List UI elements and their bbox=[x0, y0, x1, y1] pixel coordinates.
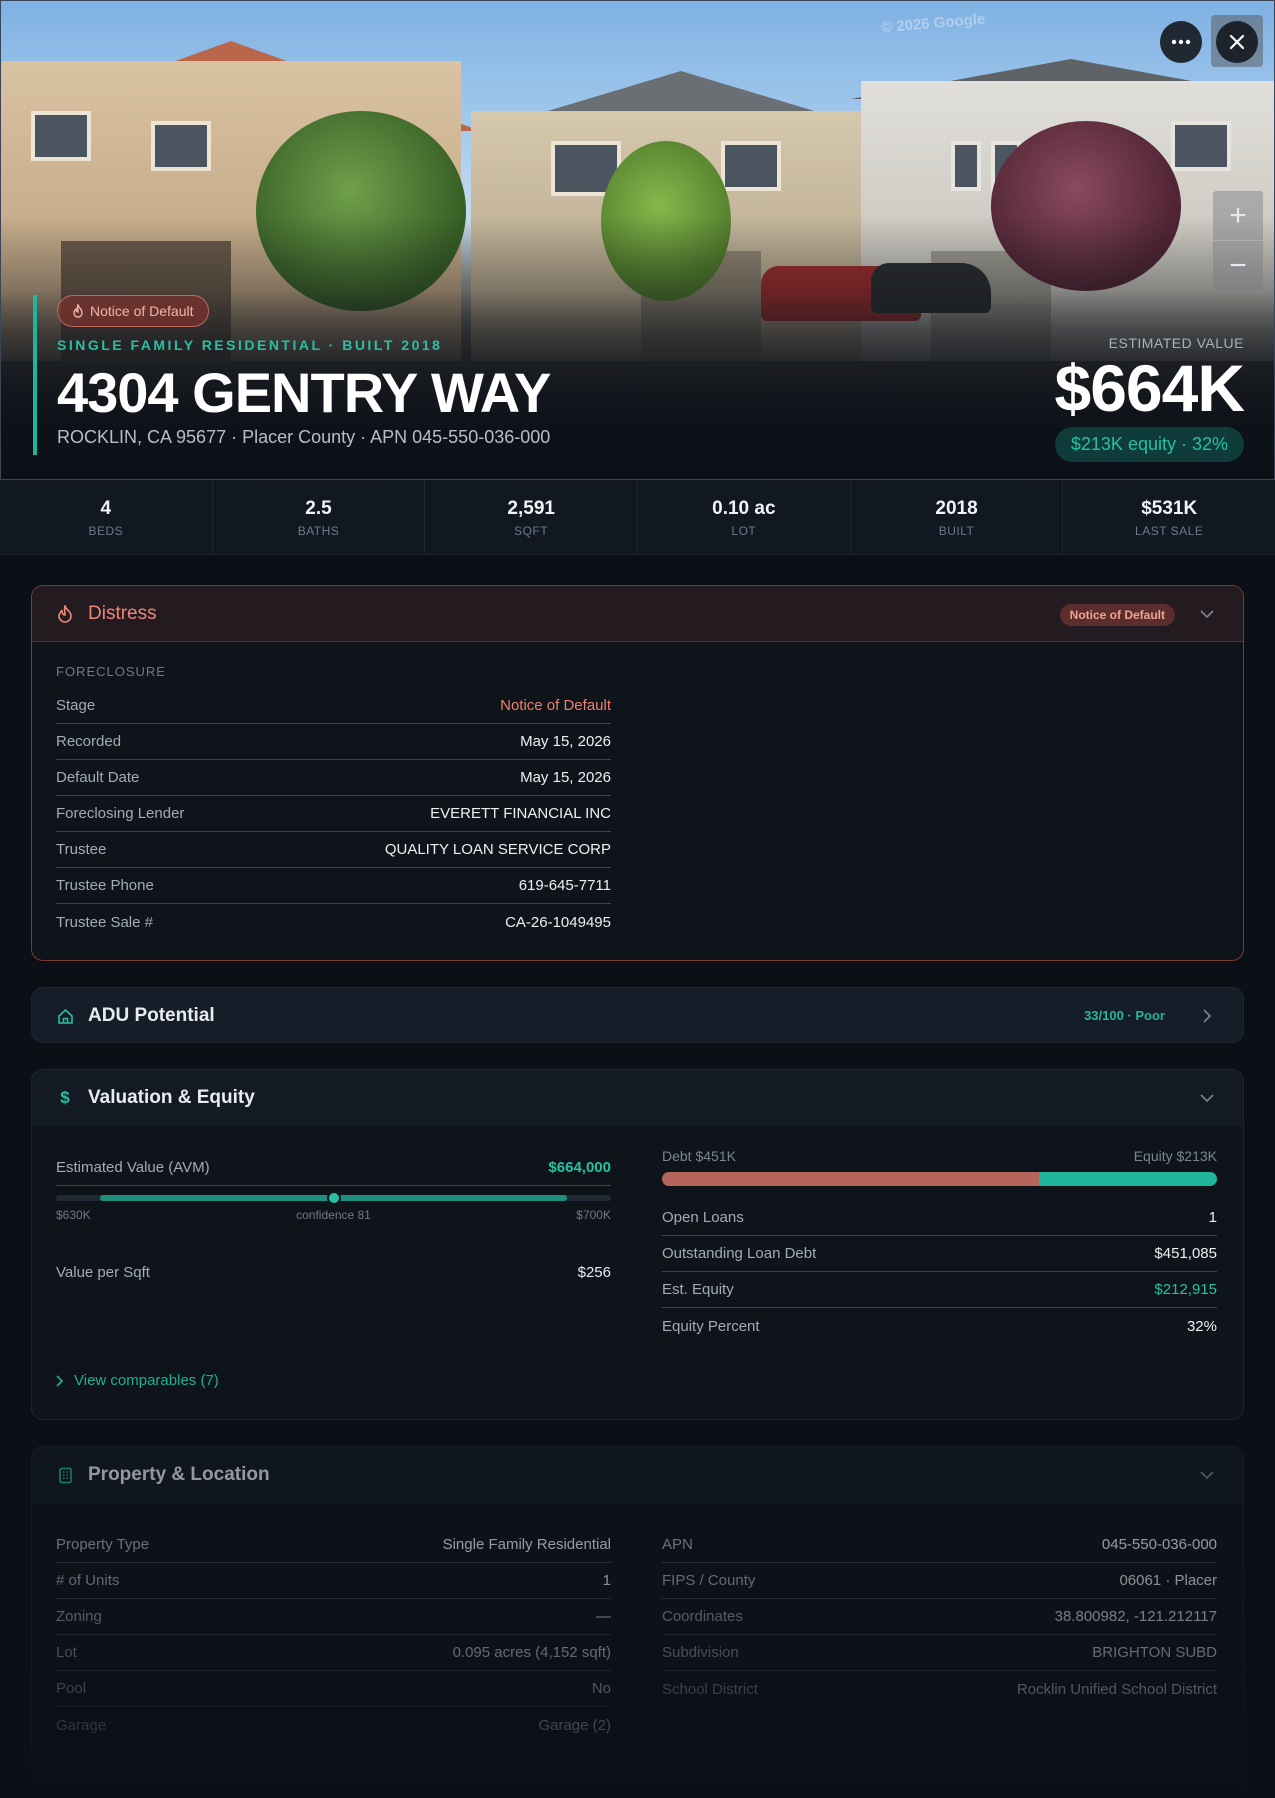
zoom-in-button[interactable]: + bbox=[1213, 191, 1263, 241]
hero-address-block: Notice of Default SINGLE FAMILY RESIDENT… bbox=[33, 295, 733, 455]
debt-equity-bar bbox=[662, 1172, 1217, 1186]
property-subline: SINGLE FAMILY RESIDENTIAL · BUILT 2018 bbox=[57, 337, 443, 353]
value-per-sqft-row: Value per Sqft $256 bbox=[56, 1263, 611, 1281]
stat-built: 2018 BUILT bbox=[851, 480, 1064, 554]
table-row: Trustee QUALITY LOAN SERVICE CORP bbox=[56, 832, 611, 868]
foreclosure-details: Stage Notice of Default Recorded May 15, 2… bbox=[56, 688, 611, 940]
chevron-down-icon[interactable] bbox=[1197, 1088, 1217, 1108]
avm-row: Estimated Value (AVM) $664,000 bbox=[56, 1150, 611, 1186]
table-row: Subdivision BRIGHTON SUBD bbox=[662, 1635, 1217, 1671]
estimated-value-label: ESTIMATED VALUE bbox=[1108, 335, 1244, 351]
table-row: Zoning — bbox=[56, 1599, 611, 1635]
flame-icon bbox=[56, 604, 74, 623]
table-row: Trustee Phone 619-645-7711 bbox=[56, 868, 611, 904]
distress-card: Distress Notice of Default FORECLOSURE S… bbox=[31, 585, 1244, 961]
close-button[interactable] bbox=[1216, 21, 1258, 63]
distress-header[interactable]: Distress Notice of Default bbox=[32, 586, 1243, 642]
more-horizontal-icon bbox=[1171, 39, 1191, 45]
table-row: Equity Percent 32% bbox=[662, 1317, 1217, 1335]
adu-header[interactable]: ADU Potential 33/100 · Poor bbox=[32, 988, 1243, 1042]
table-row: Recorded May 15, 2026 bbox=[56, 724, 611, 760]
stat-lot: 0.10 ac LOT bbox=[638, 480, 851, 554]
building-icon bbox=[56, 1466, 74, 1484]
distress-title: Distress bbox=[88, 602, 157, 624]
avm-label: Estimated Value (AVM) bbox=[56, 1159, 210, 1176]
stat-sqft: 2,591 SQFT bbox=[425, 480, 639, 554]
table-row: Property Type Single Family Residential bbox=[56, 1527, 611, 1563]
table-row: Open Loans 1 bbox=[662, 1200, 1217, 1236]
property-address: 4304 GENTRY WAY bbox=[57, 361, 551, 424]
zoom-controls: + − bbox=[1213, 191, 1263, 291]
property-location: ROCKLIN, CA 95677 · Placer County · APN … bbox=[57, 427, 551, 447]
equity-label: Equity $213K bbox=[1133, 1148, 1217, 1164]
equity-pill: $213K equity · 32% bbox=[1054, 427, 1244, 462]
stat-last-sale: $531K LAST SALE bbox=[1135, 498, 1204, 538]
stat-baths: 2.5 BATHS bbox=[213, 480, 426, 554]
property-details-right: APN 045-550-036-000 FIPS / County 06061 · … bbox=[662, 1527, 1217, 1707]
table-row: Pool No bbox=[56, 1671, 611, 1707]
chevron-right-icon bbox=[56, 1374, 64, 1387]
range-low: $630K bbox=[56, 1208, 91, 1222]
flame-icon bbox=[73, 304, 83, 318]
chevron-down-icon[interactable] bbox=[1197, 604, 1217, 624]
foreclosure-section-label: FORECLOSURE bbox=[56, 664, 166, 679]
table-row: Lot 0.095 acres (4,152 sqft) bbox=[56, 1635, 611, 1671]
debt-label: Debt $451K bbox=[662, 1148, 736, 1164]
property-details-left: Property Type Single Family Residential #… bbox=[56, 1527, 611, 1743]
table-row: Default Date May 15, 2026 bbox=[56, 760, 611, 796]
property-detail-page: © 2026 Google + − Notice of Default SING… bbox=[0, 0, 1275, 1798]
table-row: Stage Notice of Default bbox=[56, 688, 611, 724]
table-row: Foreclosing Lender EVERETT FINANCIAL INC bbox=[56, 796, 611, 832]
table-row: Est. Equity $212,915 bbox=[662, 1272, 1217, 1308]
table-row: Trustee Sale # CA-26-1049495 bbox=[56, 913, 611, 931]
chevron-right-icon[interactable] bbox=[1197, 1006, 1217, 1026]
range-high: $700K bbox=[576, 1208, 611, 1222]
dollar-icon: $ bbox=[60, 1088, 70, 1107]
property-title: Property & Location bbox=[88, 1464, 270, 1485]
table-row: School District Rocklin Unified School Di… bbox=[662, 1680, 1217, 1698]
street-view-hero[interactable]: © 2026 Google + − Notice of Default SING… bbox=[0, 0, 1275, 480]
home-icon bbox=[56, 1007, 74, 1025]
table-row: FIPS / County 06061 · Placer bbox=[662, 1563, 1217, 1599]
confidence-label: confidence 81 bbox=[296, 1208, 371, 1222]
distress-badge: Notice of Default bbox=[57, 295, 209, 327]
avm-range-bar bbox=[56, 1191, 611, 1205]
adu-score: 33/100 · Poor bbox=[1084, 1008, 1165, 1023]
estimated-value: $664K bbox=[1054, 351, 1245, 425]
avm-value: $664,000 bbox=[548, 1159, 611, 1176]
loan-details: Open Loans 1 Outstanding Loan Debt $451,08… bbox=[662, 1200, 1217, 1344]
estimated-value-block: ESTIMATED VALUE $664K $213K equity · 32% bbox=[1055, 335, 1245, 462]
property-stats-bar: 4 BEDS 2.5 BATHS 2,591 SQFT 0.10 ac LOT 2018… bbox=[0, 480, 1275, 555]
property-location-card: Property & Location Property Type Single … bbox=[31, 1446, 1244, 1798]
more-options-button[interactable] bbox=[1160, 21, 1202, 63]
zoom-out-button[interactable]: − bbox=[1213, 241, 1263, 291]
avm-range-labels: $630K confidence 81 $700K bbox=[56, 1208, 611, 1222]
adu-title: ADU Potential bbox=[88, 1005, 215, 1026]
valuation-header[interactable]: $ Valuation & Equity bbox=[32, 1070, 1243, 1126]
chevron-down-icon[interactable] bbox=[1197, 1465, 1217, 1485]
close-icon bbox=[1229, 34, 1245, 50]
avm-value-marker bbox=[326, 1191, 341, 1205]
distress-status-badge: Notice of Default bbox=[1059, 604, 1175, 626]
table-row: Coordinates 38.800982, -121.212117 bbox=[662, 1599, 1217, 1635]
table-row: Outstanding Loan Debt $451,085 bbox=[662, 1236, 1217, 1272]
valuation-title: Valuation & Equity bbox=[88, 1087, 255, 1108]
property-header[interactable]: Property & Location bbox=[32, 1447, 1243, 1503]
stat-beds: 4 BEDS bbox=[0, 480, 213, 554]
view-comparables-link[interactable]: View comparables (7) bbox=[56, 1372, 219, 1389]
equity-segment bbox=[1039, 1172, 1217, 1186]
debt-segment bbox=[662, 1172, 1040, 1186]
debt-equity-labels: Debt $451K Equity $213K bbox=[662, 1148, 1217, 1164]
table-row: APN 045-550-036-000 bbox=[662, 1527, 1217, 1563]
table-row: Garage Garage (2) bbox=[56, 1716, 611, 1734]
table-row: # of Units 1 bbox=[56, 1563, 611, 1599]
adu-potential-card[interactable]: ADU Potential 33/100 · Poor bbox=[31, 987, 1244, 1043]
distress-badge-label: Notice of Default bbox=[90, 303, 194, 319]
valuation-equity-card: $ Valuation & Equity Estimated Value (AV… bbox=[31, 1069, 1244, 1420]
